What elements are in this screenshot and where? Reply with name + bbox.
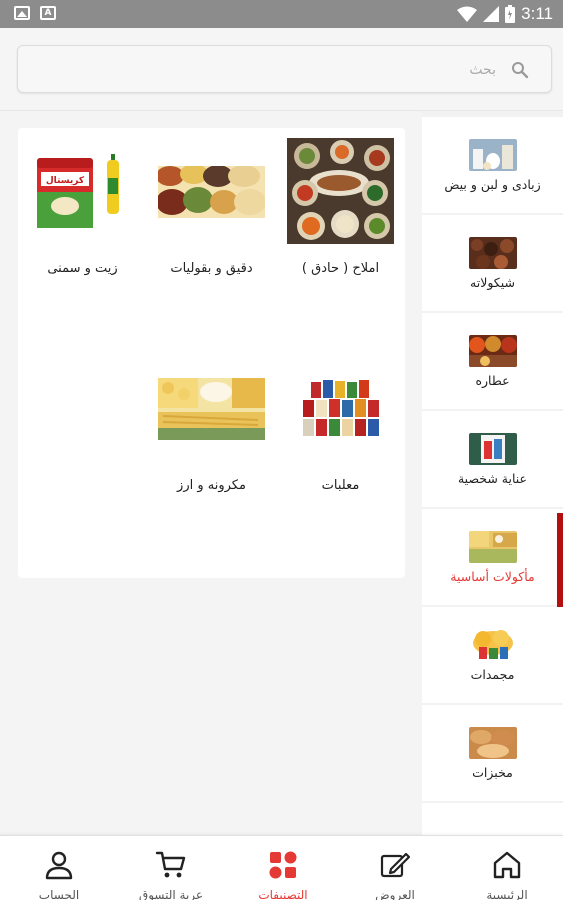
sidebar-item-chocolate[interactable]: شيكولاته: [422, 215, 563, 311]
nav-label: التصنيفات: [258, 888, 308, 900]
canned-photo: [287, 378, 394, 438]
staples-thumb: [469, 531, 517, 563]
home-icon: [493, 851, 521, 879]
sidebar-item-label: زبادى و لبن و بيض: [444, 177, 541, 192]
sidebar-item-more[interactable]: [422, 803, 563, 835]
bakery-thumb: [469, 727, 517, 759]
personal-care-thumb: [469, 433, 517, 465]
nav-label: الرئيسية: [486, 888, 528, 900]
subcategory-tile-legumes[interactable]: دقيق و بقوليات: [147, 128, 276, 343]
search-bar[interactable]: [17, 45, 552, 93]
offers-icon: [380, 852, 411, 878]
subcategory-label: املاح ( حادق ): [301, 261, 380, 276]
active-indicator: [557, 513, 563, 607]
oil-ghee-photo: كريستال: [29, 148, 136, 234]
frozen-thumb: [473, 630, 513, 659]
sidebar-item-personal-care[interactable]: عناية شخصية: [422, 411, 563, 507]
account-icon: [45, 851, 73, 880]
nav-account[interactable]: الحساب: [3, 836, 115, 900]
status-bar: A 3:11: [0, 0, 563, 28]
sidebar-item-label: عناية شخصية: [457, 471, 528, 486]
sidebar-item-staples[interactable]: مأكولات أساسية: [422, 509, 563, 605]
nav-categories[interactable]: التصنيفات: [227, 836, 339, 900]
pickles-photo: [287, 138, 394, 244]
sidebar-item-label: شيكولاته: [470, 275, 515, 290]
sidebar-item-label: مخبزات: [472, 765, 513, 780]
gallery-notification-icon: [14, 6, 30, 20]
subcategory-tile-pickles[interactable]: املاح ( حادق ): [276, 128, 405, 343]
cart-icon: [155, 851, 186, 878]
app-notification-icon: A: [40, 6, 56, 20]
nav-cart[interactable]: عربة التسوق: [115, 836, 227, 900]
spices-thumb: [469, 335, 517, 367]
clock-time: 3:11: [521, 4, 553, 23]
signal-icon: [483, 6, 500, 22]
battery-icon: [505, 5, 516, 23]
pasta-rice-photo: [158, 378, 265, 440]
nav-label: العروض: [375, 888, 415, 900]
subcategory-label: معلبات: [321, 478, 360, 493]
sidebar-item-label: عطاره: [475, 373, 510, 388]
subcategory-tile-canned[interactable]: معلبات: [276, 343, 405, 558]
category-sidebar[interactable]: زبادى و لبن و بيض شيكولاته عطاره عناية ش…: [422, 111, 563, 835]
subcategory-label: زيت و سمنى: [47, 261, 118, 276]
nav-label: عربة التسوق: [138, 888, 204, 900]
sidebar-item-spices[interactable]: عطاره: [422, 313, 563, 409]
sidebar-item-bakery[interactable]: مخبزات: [422, 705, 563, 801]
subcategory-grid: املاح ( حادق ) دقيق و بقوليات كريستال زي…: [18, 128, 405, 578]
subcategory-label: مكرونه و ارز: [177, 478, 246, 493]
more-category-thumb: [469, 825, 517, 835]
sidebar-item-dairy[interactable]: زبادى و لبن و بيض: [422, 117, 563, 213]
dairy-thumb: [469, 139, 517, 171]
search-input[interactable]: [76, 58, 496, 82]
nav-label: الحساب: [38, 888, 80, 900]
categories-icon: [269, 851, 297, 879]
svg-text:كريستال: كريستال: [46, 176, 85, 186]
search-icon[interactable]: [511, 61, 529, 79]
sidebar-item-label: مأكولات أساسية: [450, 569, 535, 584]
nav-home[interactable]: الرئيسية: [451, 836, 563, 900]
wifi-icon: [457, 6, 478, 22]
subcategory-tile-oil-ghee[interactable]: كريستال زيت و سمنى: [18, 128, 147, 343]
nav-offers[interactable]: العروض: [339, 836, 451, 900]
subcategory-tile-pasta-rice[interactable]: مكرونه و ارز: [147, 343, 276, 558]
legumes-photo: [158, 166, 265, 218]
sidebar-item-label: مجمدات: [470, 667, 515, 682]
bottom-navigation: الرئيسية العروض التصنيفات عربة التسوق ال…: [0, 835, 563, 900]
app-header: [0, 28, 563, 111]
sidebar-item-frozen[interactable]: مجمدات: [422, 607, 563, 703]
chocolate-thumb: [469, 237, 517, 269]
subcategory-label: دقيق و بقوليات: [170, 261, 253, 276]
